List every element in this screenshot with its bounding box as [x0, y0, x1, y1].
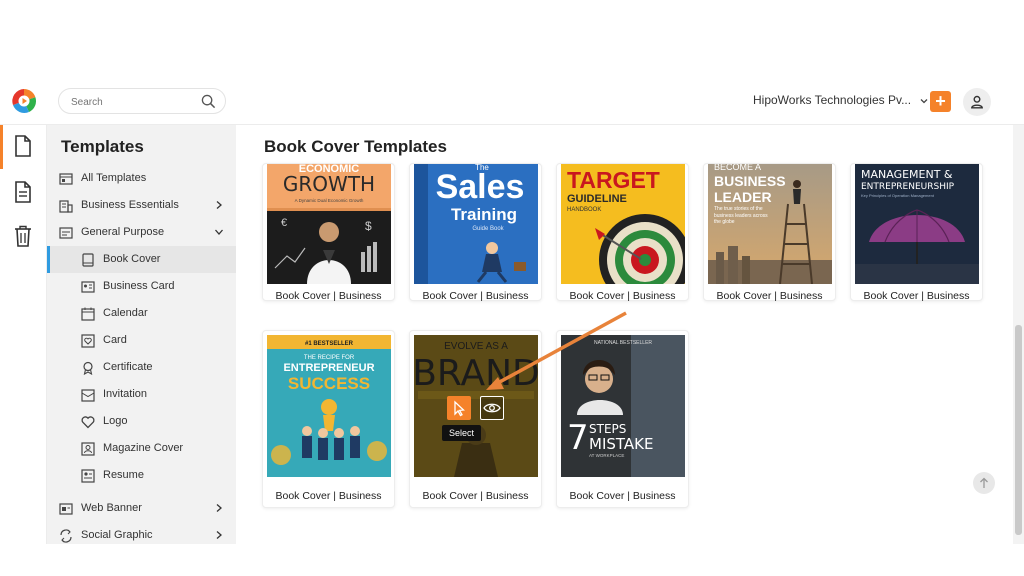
sidebar-item-label: Logo: [103, 415, 128, 427]
user-icon: [971, 95, 983, 109]
sidebar-item-label: Invitation: [103, 388, 148, 400]
sidebar-item-label: Calendar: [103, 307, 148, 319]
file-text-icon: [15, 181, 31, 203]
award-icon: [83, 361, 93, 375]
grid-icon: [59, 173, 73, 185]
search-box[interactable]: [58, 88, 226, 114]
sidebar-item-general-purpose[interactable]: General Purpose: [47, 219, 236, 246]
scrollbar-thumb[interactable]: [1015, 325, 1022, 535]
invitation-icon: [81, 389, 95, 402]
chevron-right-icon[interactable]: [214, 530, 224, 540]
icon-rail: [0, 125, 47, 544]
chevron-down-icon[interactable]: [214, 227, 224, 237]
sidebar-item-label: Web Banner: [81, 502, 142, 514]
rail-documents[interactable]: [0, 171, 47, 215]
portrait-icon: [81, 442, 95, 456]
sidebar-item-label: Business Essentials: [81, 199, 179, 211]
sidebar-item-card[interactable]: Card: [47, 327, 236, 354]
sidebar-item-label: Magazine Cover: [103, 442, 184, 454]
calendar-icon: [81, 307, 95, 321]
sidebar-title: Templates: [61, 137, 144, 156]
sidebar-item-web-banner[interactable]: Web Banner: [47, 495, 236, 522]
sidebar-item-label: Book Cover: [103, 253, 161, 265]
main-content: Book Cover Templates ECONOMIC GROWTH A D…: [236, 125, 1024, 544]
card-icon: [59, 227, 73, 239]
sidebar-item-resume[interactable]: Resume: [47, 462, 236, 489]
sidebar-item-magazine-cover[interactable]: Magazine Cover: [47, 435, 236, 462]
rail-templates[interactable]: [0, 125, 47, 169]
share-icon: [60, 529, 72, 543]
sidebar-item-label: Social Graphic: [81, 529, 153, 541]
screen: HipoWorks Technologies Pv... +: [0, 0, 1024, 576]
templates-sidebar: Templates All Templates Business Essenti…: [47, 125, 236, 544]
building-icon: [59, 200, 73, 213]
chevron-right-icon[interactable]: [214, 503, 224, 513]
sidebar-item-social-graphic[interactable]: Social Graphic: [47, 522, 236, 544]
rail-trash[interactable]: [0, 215, 47, 259]
annotation-arrow: [486, 311, 627, 390]
search-icon[interactable]: [201, 94, 216, 109]
sidebar-item-certificate[interactable]: Certificate: [47, 354, 236, 381]
sidebar-item-label: Resume: [103, 469, 144, 481]
book-icon: [82, 253, 94, 267]
scrollbar[interactable]: [1013, 125, 1024, 544]
heart-icon: [81, 416, 95, 429]
sidebar-item-label: Card: [103, 334, 127, 346]
company-name[interactable]: HipoWorks Technologies Pv...: [753, 93, 911, 107]
sidebar-item-calendar[interactable]: Calendar: [47, 300, 236, 327]
sidebar-item-business-card[interactable]: Business Card: [47, 273, 236, 300]
search-input[interactable]: [71, 93, 191, 111]
company-switcher[interactable]: HipoWorks Technologies Pv...: [753, 93, 928, 107]
heart-card-icon: [81, 334, 95, 348]
sidebar-item-book-cover[interactable]: Book Cover: [47, 246, 236, 273]
scroll-to-top-button[interactable]: [973, 472, 995, 494]
app-window: HipoWorks Technologies Pv... +: [0, 79, 1024, 544]
resume-icon: [81, 469, 95, 483]
logo-icon[interactable]: [11, 88, 37, 114]
sidebar-item-all-templates[interactable]: All Templates: [47, 165, 236, 192]
chevron-down-icon[interactable]: [920, 97, 928, 105]
sidebar-item-label: All Templates: [81, 172, 147, 184]
sidebar-item-label: Business Card: [103, 280, 175, 292]
document-icon: [15, 135, 31, 157]
chevron-right-icon[interactable]: [214, 200, 224, 210]
sidebar-item-invitation[interactable]: Invitation: [47, 381, 236, 408]
sidebar-item-logo[interactable]: Logo: [47, 408, 236, 435]
top-header: HipoWorks Technologies Pv... +: [0, 79, 1024, 125]
banner-icon: [59, 503, 73, 515]
user-avatar-button[interactable]: [963, 88, 991, 116]
sidebar-item-label: Certificate: [103, 361, 153, 373]
plus-icon[interactable]: +: [935, 91, 946, 111]
arrow-up-icon: [980, 477, 988, 488]
add-button[interactable]: +: [930, 91, 951, 112]
id-card-icon: [81, 281, 95, 293]
sidebar-item-label: General Purpose: [81, 226, 165, 238]
trash-icon: [15, 225, 31, 247]
sidebar-item-business-essentials[interactable]: Business Essentials: [47, 192, 236, 219]
